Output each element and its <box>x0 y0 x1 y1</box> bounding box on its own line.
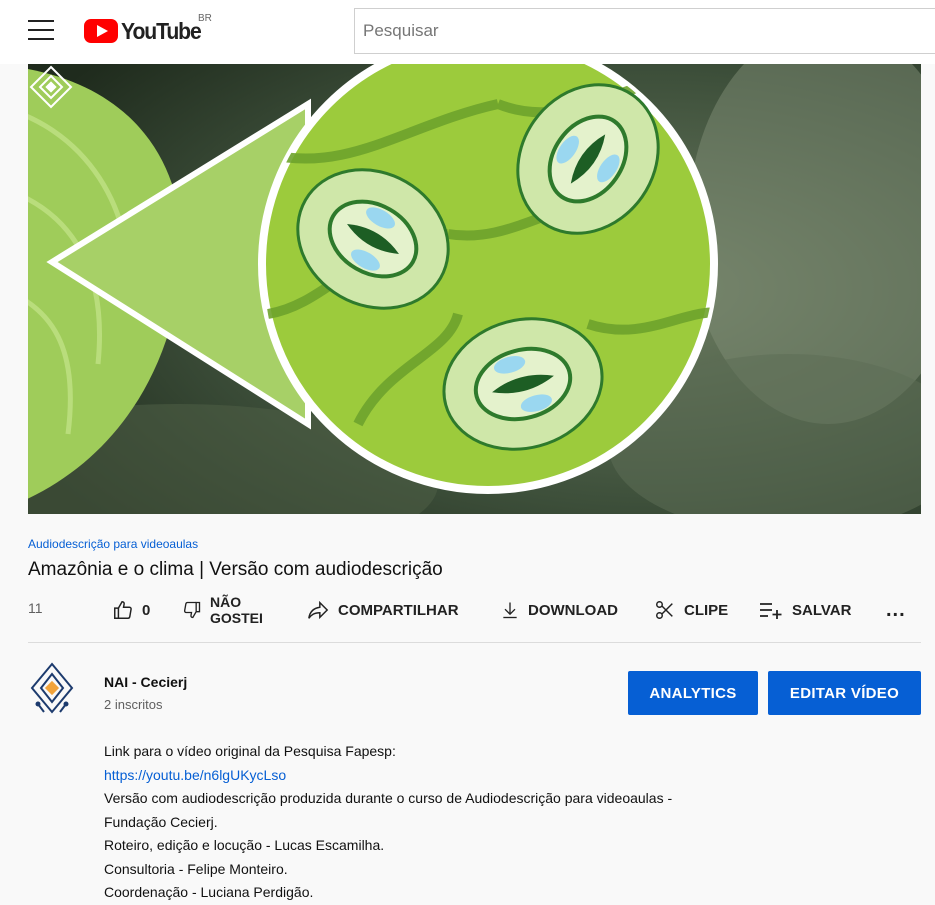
description-line: Versão com audiodescrição produzida dura… <box>104 790 673 806</box>
description-line: Link para o vídeo original da Pesquisa F… <box>104 743 396 759</box>
analytics-button[interactable]: ANALYTICS <box>628 671 758 715</box>
video-hashtag-link[interactable]: Audiodescrição para videoaulas <box>28 537 198 551</box>
search-input[interactable] <box>354 8 935 54</box>
thumbs-up-icon <box>112 599 134 621</box>
edit-video-button[interactable]: EDITAR VÍDEO <box>768 671 921 715</box>
like-count: 0 <box>142 601 151 619</box>
logo-text: YouTube <box>121 17 202 44</box>
thumbs-down-icon <box>182 600 202 620</box>
description-line: Coordenação - Luciana Perdigão. <box>104 884 314 900</box>
action-bar: 0 NÃO GOSTEI COMPARTILHAR DOWNLOAD CLIPE… <box>0 590 935 630</box>
more-icon[interactable]: ... <box>886 590 906 630</box>
dislike-label-line1: NÃO <box>210 594 242 610</box>
clip-button[interactable]: CLIPE <box>654 590 728 630</box>
youtube-logo[interactable]: YouTube BR <box>84 13 212 46</box>
channel-watermark-icon <box>29 65 73 109</box>
channel-name[interactable]: NAI - Cecierj <box>104 674 187 690</box>
download-icon <box>500 599 520 621</box>
share-button[interactable]: COMPARTILHAR <box>306 590 459 630</box>
clip-label: CLIPE <box>684 601 729 619</box>
dislike-label-line2: GOSTEI <box>210 610 263 626</box>
scissors-icon <box>654 599 676 621</box>
like-button[interactable]: 0 <box>112 590 150 630</box>
channel-logo-icon[interactable] <box>28 660 76 718</box>
original-video-link[interactable]: https://youtu.be/n6lgUKycLso <box>104 767 286 783</box>
video-description: Link para o vídeo original da Pesquisa F… <box>104 740 904 905</box>
description-line: Roteiro, edição e locução - Lucas Escami… <box>104 837 385 853</box>
divider <box>28 642 921 643</box>
download-button[interactable]: DOWNLOAD <box>500 590 618 630</box>
download-label: DOWNLOAD <box>528 601 618 619</box>
video-title: Amazônia e o clima | Versão com audiodes… <box>28 559 443 580</box>
dislike-button[interactable]: NÃO GOSTEI <box>182 590 263 630</box>
share-label: COMPARTILHAR <box>338 601 459 619</box>
share-icon <box>306 599 330 621</box>
description-line: Fundação Cecierj. <box>104 813 218 830</box>
save-label: SALVAR <box>792 601 852 619</box>
description-line: Consultoria - Felipe Monteiro. <box>104 860 288 877</box>
dislike-label: NÃO GOSTEI <box>210 594 263 626</box>
save-button[interactable]: SALVAR <box>758 590 851 630</box>
menu-icon[interactable] <box>28 20 54 42</box>
video-frame <box>28 64 921 514</box>
top-bar: YouTube BR <box>0 0 935 64</box>
video-player[interactable] <box>28 64 921 514</box>
youtube-logo-icon <box>84 19 118 43</box>
subscriber-count: 2 inscritos <box>104 697 163 712</box>
playlist-add-icon <box>758 600 784 620</box>
logo-country: BR <box>198 13 212 24</box>
